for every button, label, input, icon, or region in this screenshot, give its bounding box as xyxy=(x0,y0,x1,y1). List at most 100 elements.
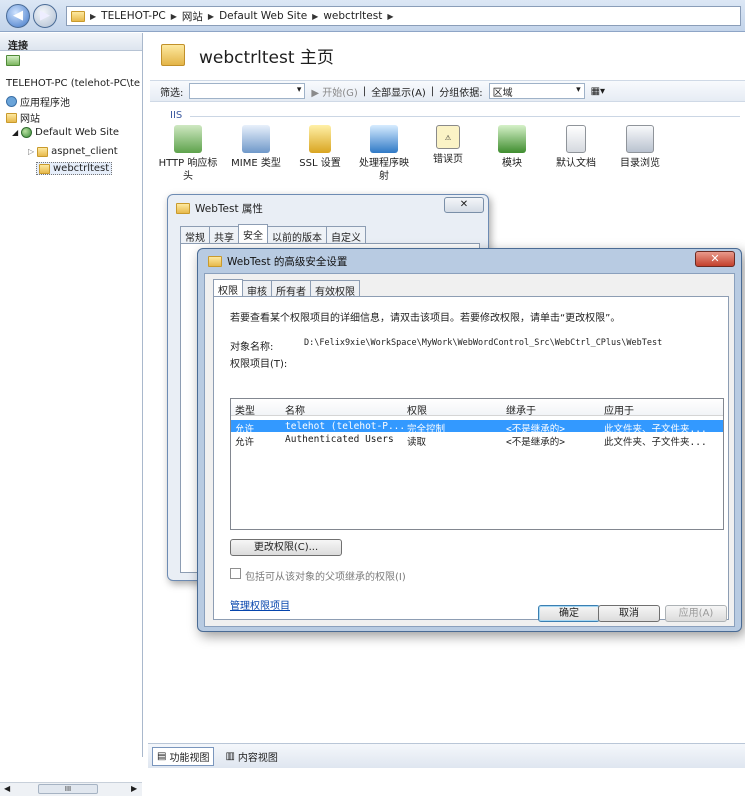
feature-http-headers[interactable]: HTTP 响应标 头 xyxy=(156,125,220,183)
feature-label: SSL 设置 xyxy=(299,158,341,169)
tree-item-app-pools[interactable]: 应用程序池 xyxy=(6,94,70,109)
feature-directory-browsing[interactable]: 目录浏览 xyxy=(608,125,672,170)
chevron-right-icon: ▶ xyxy=(312,11,319,21)
feature-handler-mappings[interactable]: 处理程序映 射 xyxy=(352,125,416,183)
inherit-permissions-checkbox[interactable] xyxy=(230,568,241,579)
change-permissions-button[interactable]: 更改权限(C)... xyxy=(230,539,342,556)
http-headers-icon xyxy=(174,125,202,153)
close-button[interactable]: ✕ xyxy=(444,197,484,213)
feature-modules[interactable]: 模块 xyxy=(480,125,544,170)
address-bar: ◀ ▶ ▶ TELEHOT-PC ▶ 网站 ▶ Default Web Site… xyxy=(0,0,745,32)
section-label: IIS xyxy=(170,110,183,121)
cell-inherited-from: <不是继承的> xyxy=(506,437,565,448)
dialog-title: WebTest 的高级安全设置 xyxy=(227,256,348,268)
tree-item-aspnet-client[interactable]: ▷ aspnet_client xyxy=(28,146,118,157)
table-row[interactable]: 允许 Authenticated Users 读取 <不是继承的> 此文件夹、子… xyxy=(231,433,723,448)
folder-icon xyxy=(161,44,185,66)
tree-item-label: Default Web Site xyxy=(35,127,120,138)
filter-input[interactable] xyxy=(189,83,306,99)
show-all-label: 全部显示(A) xyxy=(371,87,426,99)
ok-button[interactable]: 确定 xyxy=(538,605,600,622)
modules-icon xyxy=(498,125,526,153)
tree-item-sites[interactable]: 网站 xyxy=(6,110,40,125)
column-header-applies-to[interactable]: 应用于 xyxy=(604,402,634,417)
feature-label: 模块 xyxy=(502,158,522,169)
feature-error-pages[interactable]: ⚠ 错误页 xyxy=(416,125,480,166)
tab-features-view[interactable]: ▤ 功能视图 xyxy=(152,746,215,766)
cell-permission: 读取 xyxy=(407,437,427,448)
dialog-titlebar: WebTest 的高级安全设置 xyxy=(208,254,347,269)
separator: | xyxy=(362,85,367,97)
feature-label: 射 xyxy=(379,171,389,182)
breadcrumb-item[interactable]: TELEHOT-PC xyxy=(101,10,166,22)
breadcrumb-item[interactable]: Default Web Site xyxy=(219,10,307,22)
column-header-inherited-from[interactable]: 继承于 xyxy=(506,402,536,417)
dialog-body: 权限 审核 所有者 有效权限 若要查看某个权限项目的详细信息，请双击该项目。若要… xyxy=(204,273,735,627)
horizontal-scrollbar[interactable]: ◀ III ▶ xyxy=(0,782,142,796)
object-path: D:\Felix9xie\WorkSpace\MyWork\WebWordCon… xyxy=(304,338,663,348)
handler-mappings-icon xyxy=(370,125,398,153)
column-header-type[interactable]: 类型 xyxy=(235,402,255,417)
feature-ssl-settings[interactable]: SSL 设置 xyxy=(288,125,352,170)
scroll-thumb[interactable]: III xyxy=(38,784,98,794)
breadcrumb-item[interactable]: 网站 xyxy=(182,9,203,24)
app-pool-icon xyxy=(6,96,17,107)
cell-name: Authenticated Users xyxy=(285,434,394,445)
view-tabs: ▤ 功能视图 ▥ 内容视图 xyxy=(148,743,745,768)
column-header-permission[interactable]: 权限 xyxy=(407,402,427,417)
content-view-icon: ▥ xyxy=(225,750,235,762)
folder-icon xyxy=(37,146,49,157)
lock-icon xyxy=(309,125,331,153)
table-row[interactable]: 允许 telehot (telehot-P... 完全控制 <不是继承的> 此文… xyxy=(231,420,723,435)
tree-item-webctrltest[interactable]: webctrltest xyxy=(36,162,113,175)
tree-item-label: aspnet_client xyxy=(51,146,118,157)
expand-icon[interactable]: ◢ xyxy=(12,128,18,137)
tree-item-label: TELEHOT-PC (telehot-PC\te xyxy=(6,78,141,89)
forward-button[interactable]: ▶ xyxy=(33,4,57,28)
globe-icon xyxy=(21,127,33,138)
breadcrumb[interactable]: ▶ TELEHOT-PC ▶ 网站 ▶ Default Web Site ▶ w… xyxy=(66,6,741,26)
cell-applies-to: 此文件夹、子文件夹... xyxy=(604,437,707,448)
breadcrumb-item[interactable]: webctrltest xyxy=(323,10,382,22)
folder-icon xyxy=(176,203,190,214)
apply-button[interactable]: 应用(A) xyxy=(665,605,727,622)
tab-label: 功能视图 xyxy=(169,752,210,764)
feature-default-document[interactable]: 默认文档 xyxy=(544,125,608,170)
warning-404-icon: ⚠ xyxy=(436,125,460,149)
feature-mime-types[interactable]: MIME 类型 xyxy=(224,125,288,170)
separator: | xyxy=(430,85,435,97)
tab-content-view[interactable]: ▥ 内容视图 xyxy=(220,747,282,766)
feature-label: 默认文档 xyxy=(556,158,596,169)
scroll-right-icon[interactable]: ▶ xyxy=(131,784,137,793)
section-divider xyxy=(190,116,740,117)
feature-label: 目录浏览 xyxy=(620,158,660,169)
feature-label: 错误页 xyxy=(433,154,463,165)
tree-item-label: 应用程序池 xyxy=(20,98,70,109)
column-header-name[interactable]: 名称 xyxy=(285,402,305,417)
group-by-select[interactable]: 区域 xyxy=(488,83,585,99)
start-filter-button[interactable]: ▶ 开始(G) xyxy=(311,84,357,99)
tree-item-label: 网站 xyxy=(20,114,40,125)
connect-icon[interactable] xyxy=(6,55,20,66)
manage-permissions-link[interactable]: 管理权限项目 xyxy=(230,597,290,612)
feature-label: 处理程序映 xyxy=(359,158,409,169)
folder-icon xyxy=(71,10,85,22)
feature-label: 头 xyxy=(183,171,193,182)
chevron-right-icon: ▶ xyxy=(90,11,97,21)
cancel-button[interactable]: 取消 xyxy=(598,605,660,622)
chevron-right-icon: ▶ xyxy=(387,11,394,21)
collapse-icon[interactable]: ▷ xyxy=(28,147,34,156)
show-all-button[interactable]: 全部显示(A) xyxy=(371,84,426,99)
cell-name: telehot (telehot-P... xyxy=(285,421,403,432)
advanced-security-dialog: WebTest 的高级安全设置 ✕ 权限 审核 所有者 有效权限 若要查看某个权… xyxy=(197,248,742,632)
dialog-titlebar: WebTest 属性 xyxy=(176,201,263,216)
feature-label: MIME 类型 xyxy=(231,158,281,169)
view-mode-icon[interactable]: ▦▾ xyxy=(591,86,605,97)
close-button[interactable]: ✕ xyxy=(695,251,735,267)
back-button[interactable]: ◀ xyxy=(6,4,30,28)
tree-item-default-web-site[interactable]: ◢ Default Web Site xyxy=(12,127,119,138)
permission-entries-list[interactable]: 类型 名称 权限 继承于 应用于 允许 telehot (telehot-P..… xyxy=(230,398,724,530)
document-icon xyxy=(566,125,586,153)
tree-item-server[interactable]: TELEHOT-PC (telehot-PC\te xyxy=(6,78,140,89)
scroll-left-icon[interactable]: ◀ xyxy=(4,784,10,793)
